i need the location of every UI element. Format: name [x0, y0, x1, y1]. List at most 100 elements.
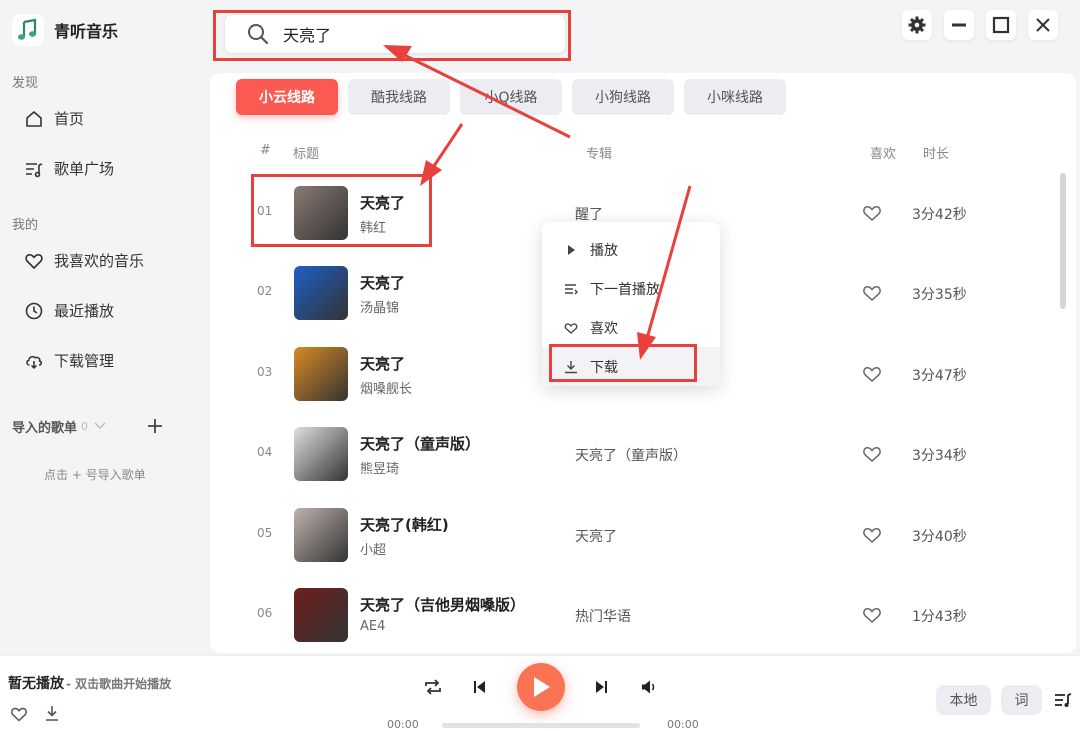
home-icon — [26, 110, 42, 127]
nav-home-label: 首页 — [54, 110, 85, 128]
scrollbar[interactable] — [1060, 173, 1066, 309]
song-duration: 3分34秒 — [912, 448, 967, 464]
header-duration: 时长 — [923, 147, 950, 162]
song-duration: 1分43秒 — [912, 609, 967, 625]
song-album[interactable]: 醒了 — [575, 204, 603, 224]
album-cover — [294, 427, 348, 481]
settings-button[interactable] — [902, 10, 932, 40]
play-button[interactable] — [517, 663, 565, 711]
song-number: 05 — [257, 526, 273, 540]
table-row[interactable]: 06 天亮了（吉他男烟嗓版） AE4 热门华语 1分43秒 — [210, 575, 1060, 649]
heart-icon — [11, 707, 27, 722]
app-name: 青听音乐 — [54, 22, 119, 41]
nav-download-manager[interactable]: 下载管理 — [24, 350, 114, 371]
nav-playlist-square[interactable]: 歌单广场 — [24, 158, 114, 179]
table-row[interactable]: 05 天亮了(韩红) 小超 天亮了 3分40秒 — [210, 495, 1060, 569]
download-icon — [46, 706, 58, 721]
chevron-down-icon[interactable] — [94, 419, 106, 434]
table-row[interactable]: 04 天亮了（童声版） 熊昱琦 天亮了（童声版） 3分34秒 — [210, 414, 1060, 488]
song-number: 02 — [257, 284, 273, 298]
song-number: 03 — [257, 365, 273, 379]
tab-xiaoq[interactable]: 小Q线路 — [460, 79, 562, 115]
song-title: 天亮了（童声版） — [360, 435, 481, 453]
annotation-box-search — [213, 10, 571, 61]
nav-recent[interactable]: 最近播放 — [24, 300, 114, 321]
import-hint: 点击 + 号导入歌单 — [44, 468, 146, 482]
tab-xiaoyun[interactable]: 小云线路 — [236, 79, 338, 115]
previous-button[interactable] — [473, 680, 487, 698]
nav-home[interactable]: 首页 — [24, 108, 84, 129]
lyrics-button[interactable]: 词 — [1001, 685, 1042, 715]
song-artist[interactable]: AE4 — [360, 619, 385, 634]
menu-play-next[interactable]: 下一首播放 — [542, 269, 720, 308]
repeat-icon — [425, 679, 441, 695]
tab-xiaogou[interactable]: 小狗线路 — [572, 79, 674, 115]
cloud-download-icon — [26, 355, 42, 369]
album-cover — [294, 508, 348, 562]
skip-previous-icon — [474, 681, 485, 693]
header-album: 专辑 — [586, 147, 613, 162]
song-artist[interactable]: 烟嗓舰长 — [360, 378, 412, 397]
header-title: 标题 — [293, 147, 320, 162]
song-title: 天亮了 — [360, 355, 406, 373]
nav-playlist-label: 歌单广场 — [54, 160, 115, 178]
maximize-button[interactable] — [986, 10, 1016, 40]
local-button[interactable]: 本地 — [936, 685, 991, 715]
player-download-button[interactable] — [44, 704, 60, 726]
nav-liked-label: 我喜欢的音乐 — [54, 252, 145, 270]
progress-bar[interactable] — [442, 723, 640, 728]
imported-playlists-label: 导入的歌单 — [12, 421, 78, 436]
nav-liked-music[interactable]: 我喜欢的音乐 — [24, 250, 144, 271]
song-album[interactable]: 天亮了（童声版） — [575, 445, 687, 465]
next-button[interactable] — [594, 680, 608, 698]
menu-like-label: 喜欢 — [590, 320, 618, 337]
playlist-queue-button[interactable] — [1054, 692, 1072, 712]
song-number: 04 — [257, 445, 273, 459]
skip-next-icon — [596, 681, 607, 693]
app-logo: 青听音乐 — [12, 14, 118, 46]
like-heart-icon[interactable] — [862, 606, 882, 624]
clock-icon — [25, 302, 43, 319]
song-title: 天亮了（吉他男烟嗓版） — [360, 596, 526, 614]
song-artist[interactable]: 汤晶锦 — [360, 297, 399, 316]
gear-icon — [908, 16, 926, 34]
section-mine: 我的 — [12, 218, 39, 233]
like-heart-icon[interactable] — [862, 526, 882, 544]
song-title: 天亮了(韩红) — [360, 516, 449, 534]
menu-play[interactable]: 播放 — [542, 230, 720, 269]
menu-like[interactable]: 喜欢 — [542, 308, 720, 347]
like-heart-icon[interactable] — [862, 445, 882, 463]
current-time: 00:00 — [387, 718, 419, 731]
player-like-button[interactable] — [10, 705, 28, 727]
tab-kuwo[interactable]: 酷我线路 — [348, 79, 450, 115]
song-album[interactable]: 热门华语 — [575, 606, 631, 626]
volume-button[interactable] — [641, 679, 657, 699]
add-playlist-button[interactable] — [148, 414, 162, 439]
player-bar: 暂无播放 - 双击歌曲开始播放 00:00 00:00 本地 词 — [0, 655, 1080, 731]
volume-icon — [642, 680, 655, 694]
section-discover: 发现 — [12, 76, 39, 91]
queue-next-icon — [565, 283, 578, 294]
nav-recent-label: 最近播放 — [54, 302, 115, 320]
song-album[interactable]: 天亮了 — [575, 526, 617, 546]
play-icon — [568, 244, 575, 255]
like-heart-icon[interactable] — [862, 365, 882, 383]
close-button[interactable] — [1028, 10, 1058, 40]
like-heart-icon[interactable] — [862, 204, 882, 222]
song-artist[interactable]: 熊昱琦 — [360, 458, 399, 477]
music-note-icon — [12, 14, 44, 46]
repeat-button[interactable] — [424, 678, 442, 700]
imported-playlists-header[interactable]: 导入的歌单 0 — [12, 414, 162, 439]
song-duration: 3分40秒 — [912, 529, 967, 545]
sidebar: 青听音乐 发现 首页 歌单广场 我的 我喜欢的音乐 最近播放 下载管理 导入的歌… — [0, 0, 193, 655]
heart-add-icon — [564, 322, 578, 334]
like-heart-icon[interactable] — [862, 284, 882, 302]
playlist-icon — [1055, 693, 1072, 707]
song-artist[interactable]: 小超 — [360, 539, 386, 558]
minimize-button[interactable] — [944, 10, 974, 40]
play-icon — [534, 677, 550, 697]
annotation-box-download — [549, 344, 697, 382]
playlist-icon — [26, 162, 43, 177]
menu-play-next-label: 下一首播放 — [590, 281, 660, 298]
tab-xiaomi[interactable]: 小咪线路 — [684, 79, 786, 115]
